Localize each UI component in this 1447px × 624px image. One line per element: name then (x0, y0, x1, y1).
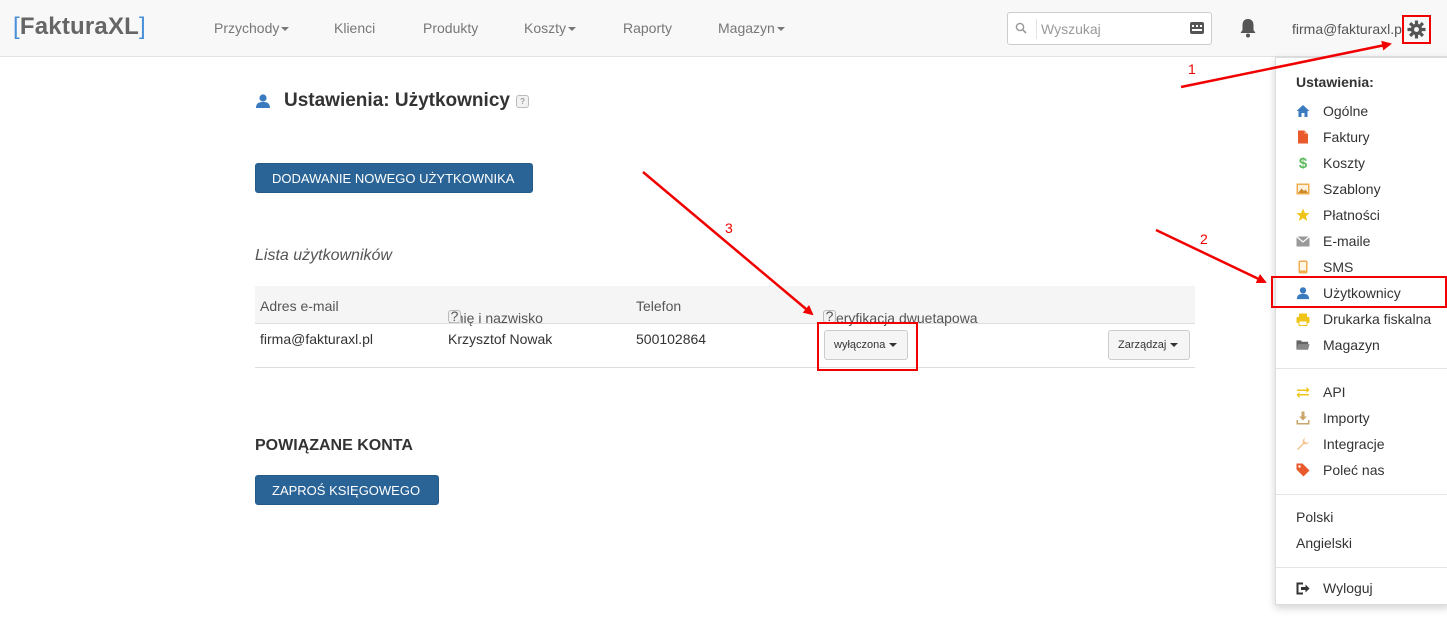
caret-down-icon (1170, 343, 1179, 347)
keyboard-icon[interactable] (1190, 22, 1204, 34)
star-icon (1296, 208, 1310, 221)
cell-phone: 500102864 (636, 331, 707, 347)
cell-email: firma@fakturaxl.pl (260, 331, 374, 347)
menu-item-faktury[interactable]: Faktury (1276, 124, 1447, 150)
menu-item-importy[interactable]: Importy (1276, 405, 1447, 431)
menu-item-magazyn[interactable]: Magazyn (1276, 332, 1447, 358)
file-icon (1298, 130, 1308, 144)
phone-icon (1298, 260, 1308, 274)
linked-accounts-title: POWIĄZANE KONTA (255, 437, 413, 454)
menu-item-drukarka[interactable]: Drukarka fiskalna (1276, 306, 1447, 332)
highlight-box-uzytkownicy (1271, 276, 1447, 308)
annotation-label-1: 1 (1188, 61, 1196, 77)
menu-item-ogolne[interactable]: Ogólne (1276, 98, 1447, 124)
caret-down-icon (281, 27, 290, 32)
menu-item-polec[interactable]: Poleć nas (1276, 457, 1447, 483)
help-icon[interactable]: ? (448, 309, 461, 323)
menu-item-api[interactable]: API (1276, 379, 1447, 405)
language-polski[interactable]: Polski (1296, 509, 1333, 525)
dollar-icon: $ (1298, 154, 1308, 172)
users-table: Adres e-mail Imię i nazwisko ? Telefon W… (255, 286, 1195, 368)
manage-dropdown-button[interactable]: Zarządzaj (1108, 330, 1190, 360)
highlight-box-twofa (817, 322, 918, 371)
nav-przychody[interactable]: Przychody (214, 20, 290, 36)
gear-icon (1407, 20, 1426, 39)
menu-item-platnosci[interactable]: Płatności (1276, 202, 1447, 228)
divider (1276, 494, 1447, 495)
table-header: Adres e-mail Imię i nazwisko ? Telefon W… (255, 286, 1195, 326)
help-icon[interactable]: ? (515, 94, 529, 108)
menu-item-emaile[interactable]: E-maile (1276, 228, 1447, 254)
download-icon (1296, 411, 1310, 425)
table-row: firma@fakturaxl.pl Krzysztof Nowak 50010… (255, 324, 1195, 368)
nav-raporty[interactable]: Raporty (623, 20, 672, 36)
language-angielski[interactable]: Angielski (1296, 535, 1352, 551)
nav-koszty[interactable]: Koszty (524, 20, 577, 36)
folder-icon (1296, 340, 1310, 350)
col-email: Adres e-mail (260, 298, 339, 314)
logout-icon (1296, 582, 1310, 594)
home-icon (1296, 105, 1310, 117)
dropdown-header: Ustawienia: (1296, 74, 1374, 90)
menu-item-szablony[interactable]: Szablony (1276, 176, 1447, 202)
settings-button[interactable] (1402, 15, 1431, 44)
nav-produkty[interactable]: Produkty (423, 20, 478, 36)
invite-accountant-button[interactable]: ZAPROŚ KSIĘGOWEGO (255, 475, 439, 505)
cell-name: Krzysztof Nowak (448, 331, 553, 347)
users-list-title: Lista użytkowników (255, 247, 392, 264)
bell-icon[interactable] (1238, 17, 1258, 39)
nav-klienci[interactable]: Klienci (334, 20, 375, 36)
caret-down-icon (568, 27, 577, 32)
top-navbar: [FakturaXL] Przychody Klienci Produkty K… (0, 0, 1447, 57)
page-title: Ustawienia: Użytkownicy ? (255, 90, 529, 112)
logo[interactable]: [FakturaXL] (13, 13, 146, 41)
user-email[interactable]: firma@fakturaxl.pl (1292, 21, 1405, 37)
annotation-label-3: 3 (725, 220, 733, 236)
search-box (1007, 12, 1212, 45)
col-phone: Telefon (636, 298, 682, 314)
annotation-label-2: 2 (1200, 231, 1208, 247)
search-icon (1015, 22, 1027, 34)
menu-item-integracje[interactable]: Integracje (1276, 431, 1447, 457)
envelope-icon (1296, 235, 1310, 246)
picture-icon (1296, 183, 1310, 195)
search-input[interactable] (1036, 19, 1186, 39)
wrench-icon (1297, 438, 1309, 450)
menu-item-koszty[interactable]: $ Koszty (1276, 150, 1447, 176)
transfer-icon (1296, 387, 1310, 398)
settings-dropdown: Ustawienia: Ogólne Faktury $ Koszty Szab… (1275, 57, 1447, 605)
nav-magazyn[interactable]: Magazyn (718, 20, 785, 36)
arrow-2 (1155, 228, 1267, 284)
user-icon (256, 94, 270, 108)
tag-icon (1296, 463, 1310, 477)
printer-icon (1296, 313, 1310, 326)
divider (1276, 567, 1447, 568)
menu-item-wyloguj[interactable]: Wyloguj (1276, 575, 1447, 601)
divider (1276, 368, 1447, 369)
caret-down-icon (776, 27, 785, 32)
add-user-button[interactable]: DODAWANIE NOWEGO UŻYTKOWNIKA (255, 163, 533, 193)
